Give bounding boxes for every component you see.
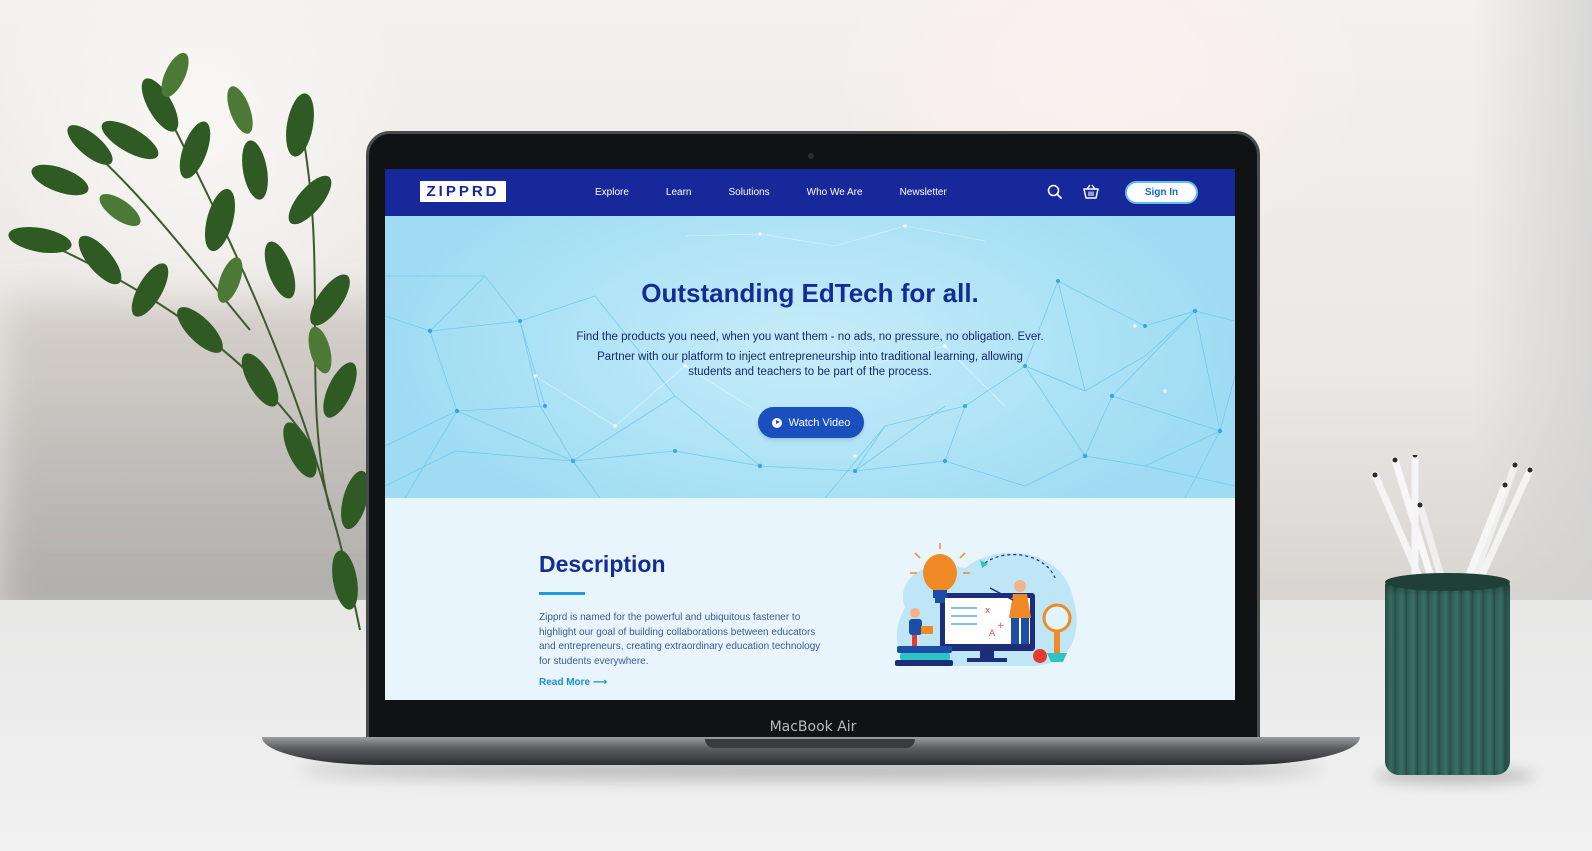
nav-who-we-are[interactable]: Who We Are: [807, 187, 863, 198]
sign-in-button[interactable]: Sign In: [1125, 181, 1198, 204]
logo[interactable]: ZIPPRD: [420, 181, 506, 202]
svg-text:+: +: [997, 621, 1005, 631]
laptop-notch: [705, 739, 915, 748]
description-title: Description: [539, 551, 666, 577]
edtech-illustration: x +A: [895, 543, 1077, 666]
description-text: Zipprd is named for the powerful and ubi…: [539, 612, 821, 667]
hero-subtitle-line-3: students and teachers to be part of the …: [688, 366, 932, 378]
nav-newsletter[interactable]: Newsletter: [900, 187, 947, 198]
hero-subtitle-line-1: Find the products you need, when you wan…: [576, 331, 1044, 343]
hero-title: Outstanding EdTech for all.: [641, 278, 979, 308]
play-icon: [771, 417, 782, 428]
navbar: ZIPPRD Explore Learn Solutions Who We Ar…: [385, 169, 1235, 216]
cart-icon[interactable]: [1082, 183, 1100, 201]
search-icon[interactable]: [1046, 183, 1064, 201]
hero-section: Outstanding EdTech for all. Find the pro…: [385, 216, 1235, 498]
svg-text:x: x: [985, 606, 991, 616]
read-more-link[interactable]: Read More ⟶: [539, 677, 607, 688]
plant-decoration: [8, 52, 369, 631]
description-underline: [539, 592, 585, 595]
hero-subtitle-line-2: Partner with our platform to inject entr…: [597, 351, 1023, 363]
pencil-cup-decoration: [1335, 455, 1535, 785]
device-brand-label: MacBook Air: [769, 719, 857, 735]
nav-solutions[interactable]: Solutions: [728, 187, 769, 198]
nav-explore[interactable]: Explore: [595, 187, 629, 198]
nav-learn[interactable]: Learn: [666, 187, 692, 198]
description-section: Description Zipprd is named for the powe…: [385, 498, 1235, 700]
svg-text:A: A: [989, 629, 996, 639]
watch-video-label: Watch Video: [788, 416, 851, 429]
laptop-screen: ZIPPRD Explore Learn Solutions Who We Ar…: [385, 169, 1235, 700]
watch-video-button[interactable]: Watch Video: [758, 407, 864, 438]
nav-links: Explore Learn Solutions Who We Are Newsl…: [595, 169, 984, 216]
camera-icon: [808, 153, 814, 159]
